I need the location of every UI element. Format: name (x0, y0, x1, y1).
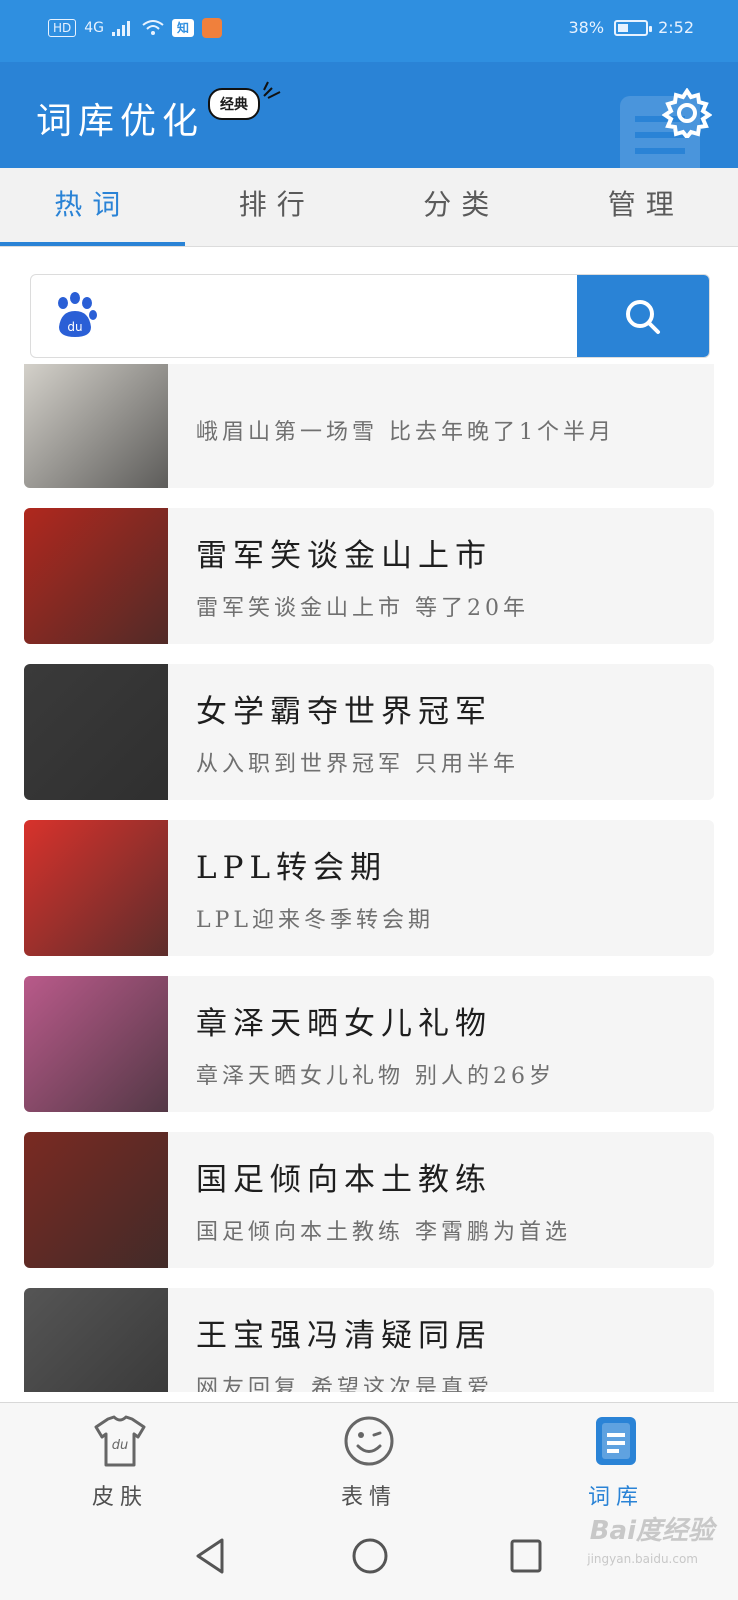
search-icon (626, 300, 660, 334)
network-indicator: 4G (84, 20, 105, 36)
sparkle-icon (263, 81, 281, 99)
search-bar: du (30, 274, 710, 358)
svg-text:du: du (112, 1438, 129, 1453)
tab-hot-words[interactable]: 热词 (0, 168, 185, 246)
nav-skin[interactable]: du 皮肤 (60, 1413, 180, 1511)
feed-list: 峨眉山第一场雪 比去年晚了1个半月雷军笑谈金山上市雷军笑谈金山上市 等了20年女… (24, 364, 714, 1392)
watermark-url: jingyan.baidu.com (587, 1552, 698, 1566)
app-notification-icon (202, 18, 223, 38)
tab-category[interactable]: 分类 (369, 168, 554, 246)
search-button[interactable] (577, 275, 709, 357)
hot-word-subtitle: 从入职到世界冠军 只用半年 (196, 752, 519, 777)
hot-word-subtitle: 网友回复 希望这次是真爱 (196, 1376, 493, 1392)
news-thumbnail (24, 1288, 168, 1392)
hd-indicator: HD (48, 19, 77, 37)
hot-word-card[interactable]: 章泽天晒女儿礼物章泽天晒女儿礼物 别人的26岁 (24, 976, 714, 1112)
classic-badge: 经典 (208, 88, 260, 120)
news-thumbnail (24, 976, 168, 1112)
hot-words-feed: 峨眉山第一场雪 比去年晚了1个半月雷军笑谈金山上市雷军笑谈金山上市 等了20年女… (24, 364, 714, 1392)
status-left: HD 4G 知 (48, 18, 223, 38)
wifi-icon (142, 20, 164, 35)
recents-icon[interactable] (508, 1536, 544, 1576)
signal-icon (112, 21, 131, 36)
hot-word-title: 章泽天晒女儿礼物 (196, 1006, 492, 1042)
status-bar: HD 4G 知 38% 2:52 (0, 0, 738, 62)
hot-word-title: 国足倾向本土教练 (196, 1162, 492, 1198)
news-thumbnail (24, 508, 168, 644)
status-right: 38% 2:52 (569, 18, 695, 37)
home-icon[interactable] (350, 1536, 390, 1576)
book-icon (596, 1417, 636, 1465)
svg-text:du: du (67, 320, 82, 334)
news-thumbnail (24, 820, 168, 956)
app-header: 词库优化 经典 (0, 62, 738, 168)
hot-word-card[interactable]: LPL转会期 LPL迎来冬季转会期 (24, 820, 714, 956)
nav-lexicon[interactable]: 词库 (556, 1413, 676, 1511)
news-thumbnail (24, 1132, 168, 1268)
nav-lexicon-label: 词库 (587, 1485, 644, 1510)
baidu-paw-icon: du (58, 292, 97, 337)
hot-word-title: LPL转会期 (196, 850, 388, 886)
hot-word-card[interactable]: 王宝强冯清疑同居网友回复 希望这次是真爱 (24, 1288, 714, 1392)
nav-emoji-label: 表情 (340, 1485, 397, 1510)
hot-word-subtitle: 章泽天晒女儿礼物 别人的26岁 (196, 1064, 555, 1089)
hot-word-subtitle: 国足倾向本土教练 李霄鹏为首选 (196, 1220, 571, 1245)
hot-word-subtitle: 雷军笑谈金山上市 等了20年 (196, 596, 529, 621)
battery-percent: 38% (568, 18, 605, 37)
search-input[interactable] (117, 275, 521, 357)
hot-word-title: 雷军笑谈金山上市 (196, 538, 492, 574)
hot-word-subtitle: 峨眉山第一场雪 比去年晚了1个半月 (196, 420, 615, 445)
nav-emoji[interactable]: 表情 (309, 1413, 429, 1511)
news-thumbnail (24, 664, 168, 800)
zhihu-notification-icon: 知 (172, 19, 195, 37)
tab-ranking[interactable]: 排行 (185, 168, 370, 246)
bottom-navigation: du 皮肤 表情 词库 (0, 1402, 738, 1515)
shirt-icon: du (94, 1415, 146, 1467)
back-icon[interactable] (192, 1536, 228, 1576)
tab-bar: 热词 排行 分类 管理 (0, 168, 738, 247)
status-time: 2:52 (658, 18, 694, 37)
app-title: 词库优化 (36, 101, 205, 142)
hot-word-card[interactable]: 雷军笑谈金山上市雷军笑谈金山上市 等了20年 (24, 508, 714, 644)
hot-word-title: 女学霸夺世界冠军 (196, 694, 492, 730)
hot-word-title: 王宝强冯清疑同居 (196, 1318, 492, 1354)
battery-icon (614, 19, 653, 36)
gear-icon[interactable] (662, 88, 712, 138)
battery-level (618, 23, 629, 32)
battery-tip (649, 25, 653, 32)
tab-manage[interactable]: 管理 (554, 168, 738, 246)
hot-word-card[interactable]: 女学霸夺世界冠军从入职到世界冠军 只用半年 (24, 664, 714, 800)
news-thumbnail (24, 364, 168, 488)
hot-word-card[interactable]: 峨眉山第一场雪 比去年晚了1个半月 (24, 364, 714, 488)
hot-word-card[interactable]: 国足倾向本土教练国足倾向本土教练 李霄鹏为首选 (24, 1132, 714, 1268)
baidu-jingyan-watermark: Bai度经验 (589, 1516, 714, 1546)
hot-word-subtitle: LPL迎来冬季转会期 (196, 908, 435, 933)
nav-skin-label: 皮肤 (91, 1485, 148, 1510)
smiley-icon (344, 1416, 394, 1466)
